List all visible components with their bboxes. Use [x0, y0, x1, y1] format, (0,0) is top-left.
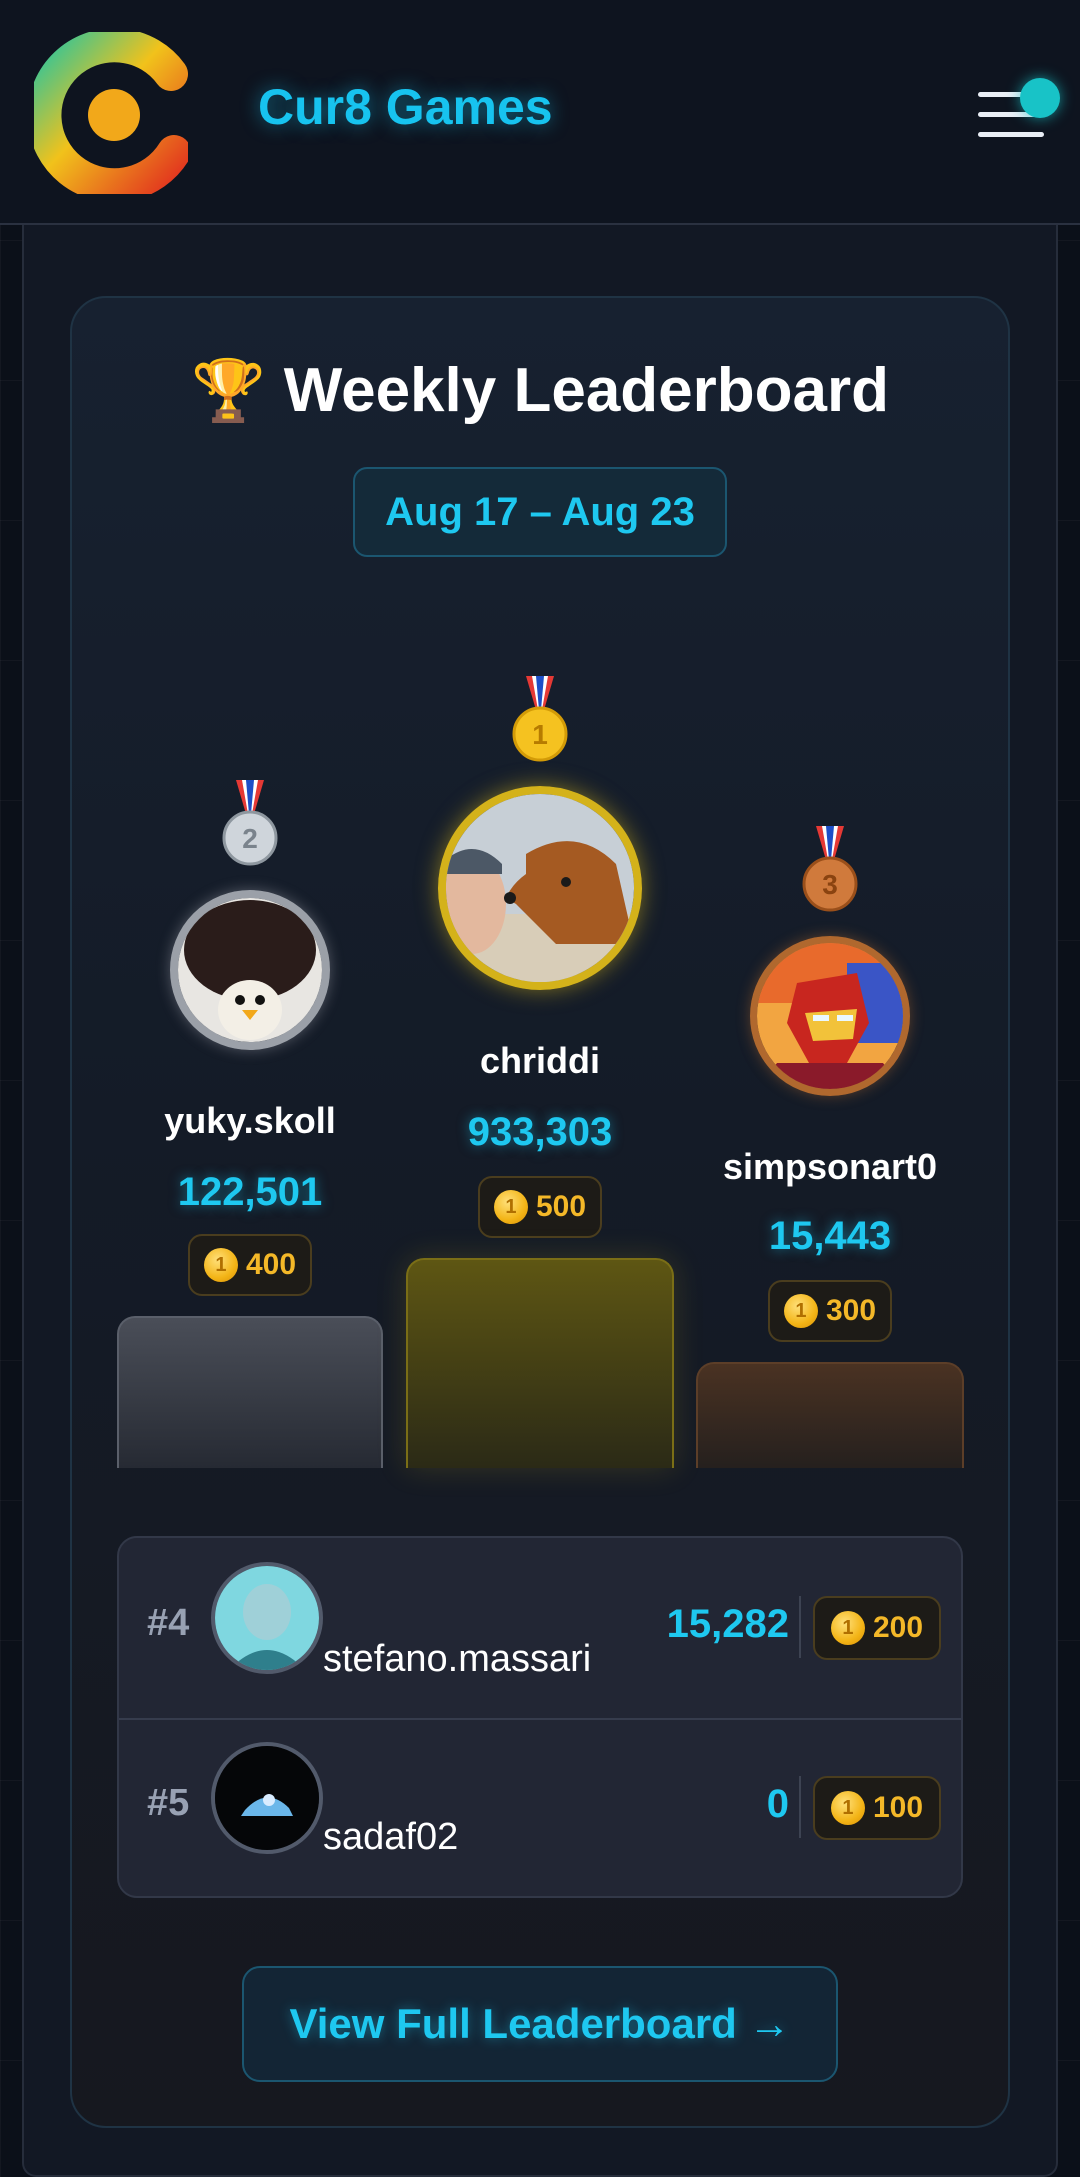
avatar-simpsonart0[interactable]: [750, 936, 910, 1096]
podium-name-1: chriddi: [479, 1040, 600, 1081]
podium-name-2: yuky.skoll: [164, 1100, 336, 1141]
podium-reward-1: 1 500: [478, 1176, 602, 1238]
rank-label: #5: [147, 1782, 190, 1824]
podium-score-3: 15,443: [768, 1214, 892, 1258]
podium-reward-2: 1 400: [188, 1234, 312, 1296]
podium-block-3: [696, 1362, 964, 1468]
podium-score-2: 122,501: [177, 1170, 323, 1214]
ranked-list: #4 stefano.massari 15,282 1 200 #5 sadaf0…: [117, 1536, 963, 1898]
cur8-logo-icon[interactable]: [34, 32, 188, 194]
avatar-yuky-skoll[interactable]: [170, 890, 330, 1050]
top-bar: Cur8 Games: [0, 0, 1080, 225]
avatar[interactable]: [211, 1742, 323, 1854]
podium-block-2: [117, 1316, 383, 1468]
coin-icon: 1: [830, 1791, 865, 1825]
silver-medal-icon: 2: [222, 780, 278, 866]
podium-reward-3: 1 300: [768, 1280, 892, 1342]
coin-icon: 1: [783, 1294, 818, 1328]
player-name: sadaf02: [323, 1816, 459, 1858]
player-name: stefano.massari: [323, 1638, 592, 1680]
list-item[interactable]: #5 sadaf02 0 1 100: [119, 1720, 965, 1900]
avatar-chriddi[interactable]: [438, 786, 642, 990]
brand-name: Cur8 Games: [258, 79, 553, 135]
svg-text:2: 2: [242, 823, 258, 854]
list-item[interactable]: #4 stefano.massari 15,282 1 200: [119, 1538, 965, 1718]
podium-score-1: 933,303: [467, 1110, 613, 1154]
gold-medal-icon: 1: [512, 676, 568, 762]
svg-text:3: 3: [822, 869, 838, 900]
reward-badge: 1 200: [813, 1596, 941, 1660]
reward-badge: 1 100: [813, 1776, 941, 1840]
svg-text:1: 1: [532, 719, 548, 750]
rank-label: #4: [147, 1602, 190, 1644]
avatar[interactable]: [211, 1562, 323, 1674]
view-full-leaderboard-button[interactable]: View Full Leaderboard →: [242, 1966, 838, 2082]
player-score: 0: [766, 1782, 789, 1826]
podium-block-1: [406, 1258, 674, 1468]
trophy-icon: 🏆: [190, 357, 266, 424]
leaderboard-title-text: Weekly Leaderboard: [283, 356, 890, 425]
notification-dot: [1020, 78, 1060, 118]
coin-icon: 1: [830, 1611, 865, 1645]
bronze-medal-icon: 3: [802, 826, 858, 912]
player-score: 15,282: [666, 1602, 789, 1646]
leaderboard-title: 🏆 Weekly Leaderboard: [0, 355, 1080, 426]
coin-icon: 1: [493, 1190, 528, 1224]
date-range-badge: Aug 17 – Aug 23: [353, 467, 727, 557]
podium-name-3: simpsonart0: [722, 1146, 938, 1187]
coin-icon: 1: [203, 1248, 238, 1282]
